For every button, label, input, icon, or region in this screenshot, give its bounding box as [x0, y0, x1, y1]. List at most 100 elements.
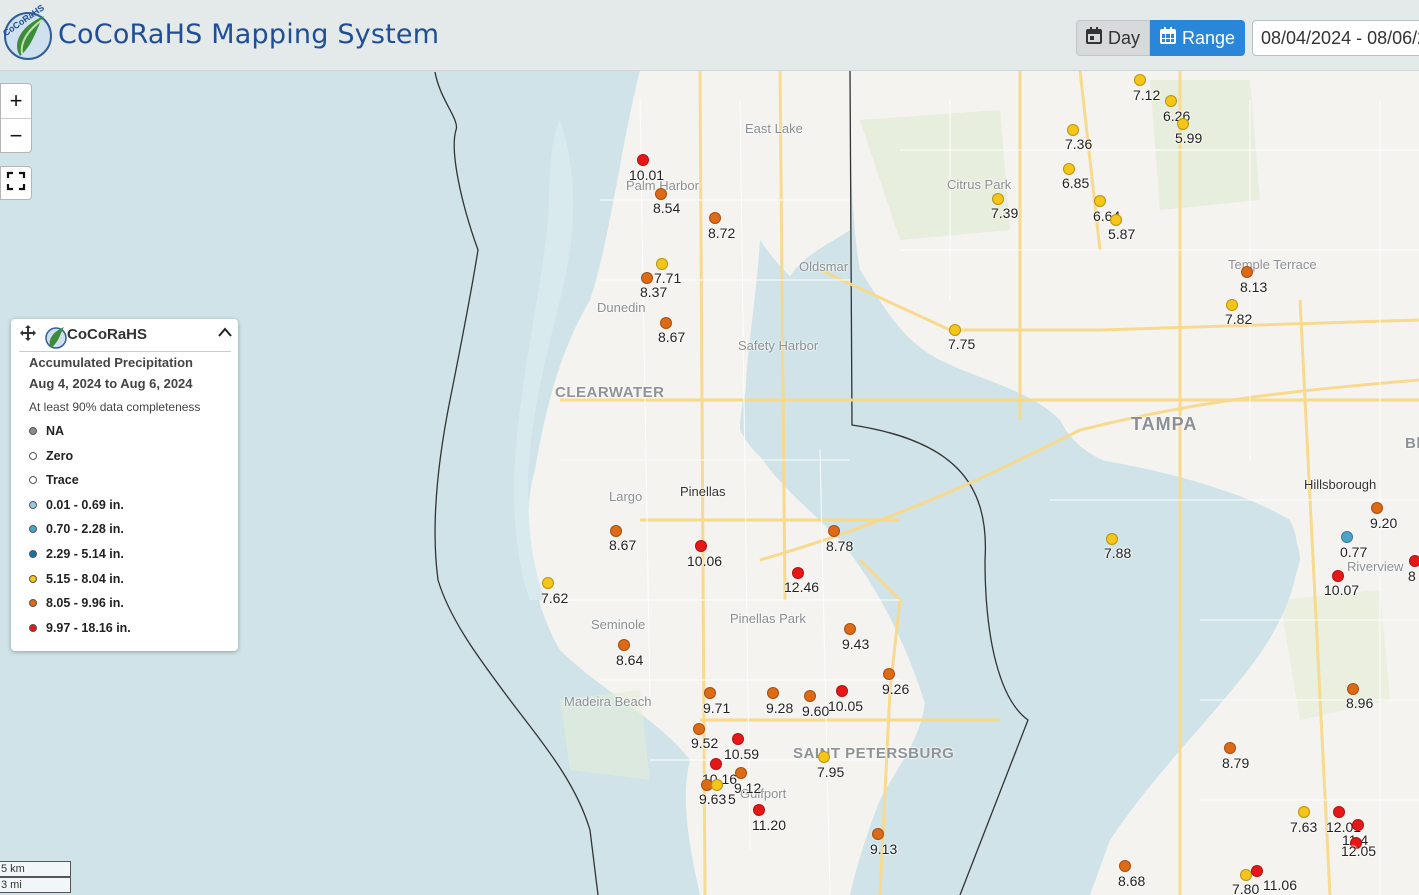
station-marker[interactable] — [1409, 555, 1419, 567]
station-marker[interactable] — [1224, 742, 1236, 754]
date-range-input[interactable] — [1252, 20, 1419, 56]
station-marker[interactable] — [828, 525, 840, 537]
station-marker[interactable] — [844, 623, 856, 635]
station-marker[interactable] — [693, 723, 705, 735]
station-marker[interactable] — [1226, 299, 1238, 311]
zoom-in-button[interactable]: + — [1, 84, 31, 118]
station-marker[interactable] — [1067, 124, 1079, 136]
station-marker[interactable] — [542, 577, 554, 589]
station-value-label: 12.05 — [1341, 843, 1377, 859]
station-value-label: 10.59 — [724, 746, 760, 762]
station-marker[interactable] — [1177, 118, 1189, 130]
station-marker[interactable] — [711, 779, 723, 791]
station-marker[interactable] — [660, 317, 672, 329]
station-marker[interactable] — [637, 154, 649, 166]
station-marker[interactable] — [1110, 214, 1122, 226]
place-safety-harbor: Safety Harbor — [738, 338, 819, 353]
station-value-label: 10.05 — [828, 698, 864, 714]
place-dunedin: Dunedin — [597, 300, 646, 315]
station-value-label: 9.71 — [703, 700, 731, 716]
station-marker[interactable] — [1165, 95, 1177, 107]
station-marker[interactable] — [992, 193, 1004, 205]
station-value-label: 10.06 — [687, 553, 723, 569]
station-marker[interactable] — [1251, 865, 1263, 877]
station-value-label: 10.07 — [1324, 582, 1360, 598]
station-marker[interactable] — [1106, 533, 1118, 545]
station-marker[interactable] — [949, 324, 961, 336]
legend-item-label: 2.29 - 5.14 in. — [46, 547, 124, 561]
station-marker[interactable] — [804, 690, 816, 702]
legend-swatch — [29, 476, 37, 485]
station-marker[interactable] — [641, 272, 653, 284]
station-value-label: 9.20 — [1370, 515, 1398, 531]
legend-item: 5.15 - 8.04 in. — [29, 570, 124, 588]
station-marker[interactable] — [618, 639, 630, 651]
station-marker[interactable] — [872, 828, 884, 840]
station-marker[interactable] — [883, 668, 895, 680]
station-marker[interactable] — [1371, 502, 1383, 514]
legend-swatch — [29, 525, 37, 534]
station-marker[interactable] — [732, 733, 744, 745]
station-marker[interactable] — [1134, 74, 1146, 86]
legend-item: Trace — [29, 471, 79, 489]
station-value-label: 7.80 — [1232, 881, 1260, 895]
station-marker[interactable] — [1063, 163, 1075, 175]
station-value-label: 6.85 — [1062, 175, 1090, 191]
legend-item-label: NA — [46, 424, 65, 438]
legend-panel: CoCoRaHS Accumulated Precipitation Aug 4… — [11, 319, 238, 651]
station-marker[interactable] — [656, 258, 668, 270]
station-marker[interactable] — [1119, 860, 1131, 872]
place-seminole: Seminole — [591, 617, 646, 632]
station-marker[interactable] — [753, 804, 765, 816]
place-citrus-park: Citrus Park — [947, 177, 1012, 192]
legend-swatch — [29, 623, 37, 632]
station-marker[interactable] — [1352, 819, 1364, 831]
range-button[interactable]: Range — [1150, 20, 1245, 56]
day-button[interactable]: Day — [1076, 20, 1150, 56]
station-value-label: 0.77 — [1340, 544, 1368, 560]
collapse-chevron-up-icon[interactable] — [217, 325, 233, 343]
station-marker[interactable] — [1333, 806, 1345, 818]
station-marker[interactable] — [1341, 531, 1353, 543]
station-value-label: 8.54 — [653, 200, 681, 216]
station-value-label: 9.63 — [699, 791, 727, 807]
legend-header: CoCoRaHS — [19, 323, 233, 354]
station-marker[interactable] — [792, 567, 804, 579]
station-marker[interactable] — [1347, 683, 1359, 695]
app-header: CoCoRaHS CoCoRaHS Mapping System Day Ran… — [0, 0, 1419, 71]
station-value-label: 8.13 — [1240, 279, 1268, 295]
station-marker[interactable] — [1241, 266, 1253, 278]
station-marker[interactable] — [818, 751, 830, 763]
station-value-label: 9.12 — [734, 780, 762, 796]
station-marker[interactable] — [735, 767, 747, 779]
station-value-label: 7.63 — [1290, 819, 1318, 835]
station-value-label: 7.88 — [1104, 545, 1132, 561]
fullscreen-button[interactable] — [0, 166, 32, 200]
cocorahs-leaf-icon — [43, 325, 69, 354]
station-marker[interactable] — [709, 212, 721, 224]
station-marker[interactable] — [1094, 195, 1106, 207]
place-saint-petersburg: SAINT PETERSBURG — [793, 745, 955, 762]
range-button-label: Range — [1181, 27, 1236, 48]
cocorahs-logo-icon: CoCoRaHS — [0, 2, 56, 62]
station-marker[interactable] — [767, 687, 779, 699]
station-marker[interactable] — [1298, 806, 1310, 818]
place-largo: Largo — [609, 489, 643, 504]
station-marker[interactable] — [655, 188, 667, 200]
station-marker[interactable] — [695, 540, 707, 552]
legend-item: 0.70 - 2.28 in. — [29, 520, 124, 538]
station-marker[interactable] — [836, 685, 848, 697]
page-title: CoCoRaHS Mapping System — [58, 19, 440, 50]
station-marker[interactable] — [610, 525, 622, 537]
calendar-icon — [1085, 27, 1102, 49]
move-icon[interactable] — [20, 325, 36, 346]
zoom-out-button[interactable]: − — [1, 118, 31, 153]
station-marker[interactable] — [1332, 570, 1344, 582]
scale-mi: 3 mi — [0, 877, 71, 893]
legend-swatch — [29, 500, 37, 509]
station-marker[interactable] — [704, 687, 716, 699]
legend-completeness-note: At least 90% data completeness — [29, 400, 201, 414]
station-marker[interactable] — [710, 758, 722, 770]
station-value-label: 12.46 — [784, 579, 820, 595]
zoom-control: + − — [0, 83, 32, 153]
